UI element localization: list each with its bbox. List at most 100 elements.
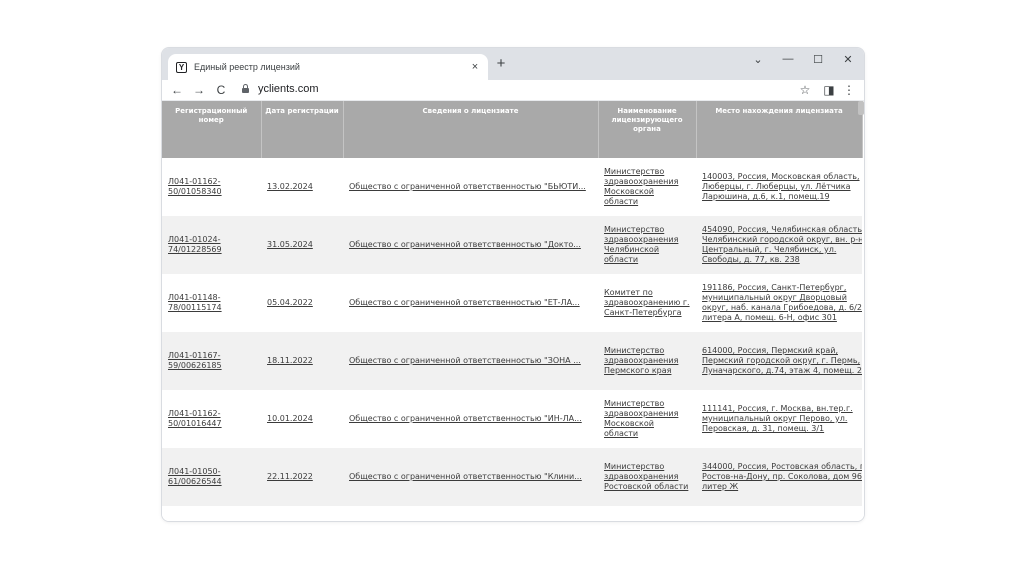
- reg-date-cell: 05.04.2022: [261, 274, 343, 332]
- address-link[interactable]: 191186, Россия, Санкт-Петербург, муниципа…: [702, 283, 862, 322]
- authority-cell: Министерство здравоохранения Московской обл…: [598, 390, 696, 448]
- address-line: Люберцы, г. Люберцы, ул. Лётчика: [702, 182, 851, 191]
- reg-number-line: 59/00626185: [168, 361, 222, 370]
- authority-cell: Министерствоздравоохранения: [598, 506, 696, 521]
- reg-number-line: Л041-01162-: [168, 409, 221, 418]
- authority-line: Министерство: [604, 462, 665, 471]
- authority-line: Министерство: [604, 167, 665, 176]
- address-cell: 344000, Россия, Ростовская область, г. Ро…: [696, 448, 862, 506]
- address-line: муниципальный округ Перово, ул.: [702, 414, 848, 423]
- authority-line: здравоохранения: [604, 472, 679, 481]
- reg-date-link[interactable]: 05.04.2022: [267, 298, 313, 307]
- browser-menu-icon[interactable]: ⋮: [842, 83, 856, 97]
- close-window-icon[interactable]: ✕: [838, 53, 858, 66]
- address-link[interactable]: 111141, Россия, г. Москва, вн.тер.г. муни…: [702, 404, 853, 433]
- reg-number-link[interactable]: Л041-01050- 61/00626544: [168, 467, 222, 486]
- authority-link[interactable]: Министерство здравоохранения Московской обл…: [604, 167, 678, 206]
- reg-number-link[interactable]: Л041-01167- 59/00626185: [168, 351, 222, 370]
- address-bar: ← → C yclients.com ☆ ◨ ⋮: [162, 80, 864, 101]
- header-reg-number[interactable]: Регистрационный номер: [162, 101, 262, 158]
- forward-icon[interactable]: →: [192, 83, 206, 97]
- address-line: литер Ж: [702, 482, 739, 491]
- reg-number-link[interactable]: Л041-01148- 78/00115174: [168, 293, 222, 312]
- reg-date-link[interactable]: 18.11.2022: [267, 356, 313, 365]
- side-panel-icon[interactable]: ◨: [822, 83, 836, 97]
- address-line: Луначарского, д.74, этаж 4, помещ. 2,: [702, 366, 862, 375]
- reload-icon[interactable]: C: [214, 83, 228, 97]
- authority-line: области: [604, 197, 639, 206]
- authority-line: здравоохранения: [604, 356, 679, 365]
- licensee-link[interactable]: Общество с ограниченной ответственностью…: [349, 414, 582, 423]
- reg-number-link[interactable]: Л041-01162- 50/01058340: [168, 177, 222, 196]
- tab-close-icon[interactable]: ×: [468, 61, 482, 73]
- authority-link[interactable]: Министерство здравоохранения Пермского кра…: [604, 346, 678, 375]
- reg-date-link[interactable]: 13.02.2024: [267, 182, 313, 191]
- authority-line: Пермского края: [604, 366, 672, 375]
- back-icon[interactable]: ←: [170, 83, 184, 97]
- reg-number-line: Л041-01162-: [168, 177, 221, 186]
- header-licensee[interactable]: Сведения о лицензиате: [343, 101, 599, 158]
- header-reg-date[interactable]: Дата регистрации: [261, 101, 344, 158]
- address-link[interactable]: 344000, Россия, Ростовская область, г. Ро…: [702, 462, 862, 491]
- lock-icon[interactable]: [242, 84, 249, 93]
- new-tab-button[interactable]: +: [492, 55, 510, 72]
- reg-number-line: 50/01016447: [168, 419, 222, 428]
- reg-date-link[interactable]: 22.11.2022: [267, 472, 313, 481]
- browser-tab[interactable]: Y Единый реестр лицензий ×: [168, 54, 488, 80]
- authority-line: Министерство: [604, 225, 665, 234]
- reg-number-link[interactable]: Л041-01024- 74/01228569: [168, 235, 222, 254]
- reg-number-line: Л041-01148-: [168, 293, 221, 302]
- authority-link[interactable]: Министерство здравоохранения Челябинской об…: [604, 225, 678, 264]
- licensee-cell: Общество с ограниченной ответственностью…: [343, 448, 598, 506]
- favicon-icon: Y: [176, 61, 187, 73]
- reg-number-cell: Л041-01024- 74/01228569: [162, 216, 261, 274]
- reg-date-cell: 28.03.2025: [261, 506, 343, 521]
- licensee-link[interactable]: Общество с ограниченной ответственностью…: [349, 472, 582, 481]
- licensee-link[interactable]: Общество с ограниченной ответственностью…: [349, 356, 581, 365]
- url-field[interactable]: yclients.com: [258, 83, 319, 95]
- address-line: округ, наб. канала Грибоедова, д. 6/2,: [702, 303, 862, 312]
- scrollbar[interactable]: [858, 101, 864, 115]
- licensee-link[interactable]: Общество с ограниченной ответственностью…: [349, 182, 586, 191]
- reg-date-cell: 10.01.2024: [261, 390, 343, 448]
- reg-date-cell: 18.11.2022: [261, 332, 343, 390]
- authority-line: здравоохранения: [604, 409, 679, 418]
- licensee-link[interactable]: Общество с ограниченной ответственностью…: [349, 298, 580, 307]
- address-line: 140003, Россия, Московская область,: [702, 172, 860, 181]
- reg-number-line: 78/00115174: [168, 303, 222, 312]
- table-row: Л041-01050- 61/00626544 22.11.2022 Общество…: [162, 448, 862, 506]
- reg-number-cell: Л041-01050- 61/00626544: [162, 448, 261, 506]
- licensee-cell: Общество с ограниченной ответственностью…: [343, 158, 598, 216]
- reg-number-cell: Л041-01165-55/02041689: [162, 506, 261, 521]
- reg-date-link[interactable]: 31.05.2024: [267, 240, 313, 249]
- table-row: Л041-01162- 50/01058340 13.02.2024 Общество…: [162, 158, 862, 216]
- reg-number-cell: Л041-01162- 50/01016447: [162, 390, 261, 448]
- address-cell: 140003, Россия, Московская область, Любер…: [696, 158, 862, 216]
- reg-number-link[interactable]: Л041-01162- 50/01016447: [168, 409, 222, 428]
- reg-number-line: 50/01058340: [168, 187, 222, 196]
- authority-link[interactable]: Министерство здравоохранения Московской обл…: [604, 399, 678, 438]
- authority-cell: Министерство здравоохранения Челябинской об…: [598, 216, 696, 274]
- maximize-icon[interactable]: ☐: [808, 53, 828, 66]
- address-link[interactable]: 454090, Россия, Челябинская область Челяб…: [702, 225, 862, 264]
- authority-line: Санкт-Петербурга: [604, 308, 682, 317]
- reg-date-cell: 13.02.2024: [261, 158, 343, 216]
- reg-number-line: Л041-01050-: [168, 467, 221, 476]
- authority-link[interactable]: Комитет по здравоохранению г. Санкт-Петерб…: [604, 288, 690, 317]
- tab-search-icon[interactable]: ⌄: [748, 53, 768, 66]
- authority-line: Московской: [604, 187, 654, 196]
- authority-link[interactable]: Министерство здравоохранения Ростовской об…: [604, 462, 688, 491]
- address-link[interactable]: 614000, Россия, Пермский край, Пермский г…: [702, 346, 862, 375]
- minimize-icon[interactable]: —: [778, 53, 798, 65]
- header-address[interactable]: Место нахождения лицензиата: [696, 101, 863, 158]
- header-authority[interactable]: Наименование лицензирующего органа: [598, 101, 697, 158]
- reg-date-link[interactable]: 10.01.2024: [267, 414, 313, 423]
- table-header-row: Регистрационный номер Дата регистрации С…: [162, 101, 863, 158]
- authority-line: Комитет по: [604, 288, 653, 297]
- address-line: 111141, Россия, г. Москва, вн.тер.г.: [702, 404, 853, 413]
- address-line: Свободы, д. 77, кв. 238: [702, 255, 800, 264]
- address-line: Перовская, д. 31, помещ. 3/1: [702, 424, 825, 433]
- bookmark-star-icon[interactable]: ☆: [798, 83, 812, 97]
- licensee-link[interactable]: Общество с ограниченной ответственностью…: [349, 240, 581, 249]
- address-link[interactable]: 140003, Россия, Московская область, Любер…: [702, 172, 860, 201]
